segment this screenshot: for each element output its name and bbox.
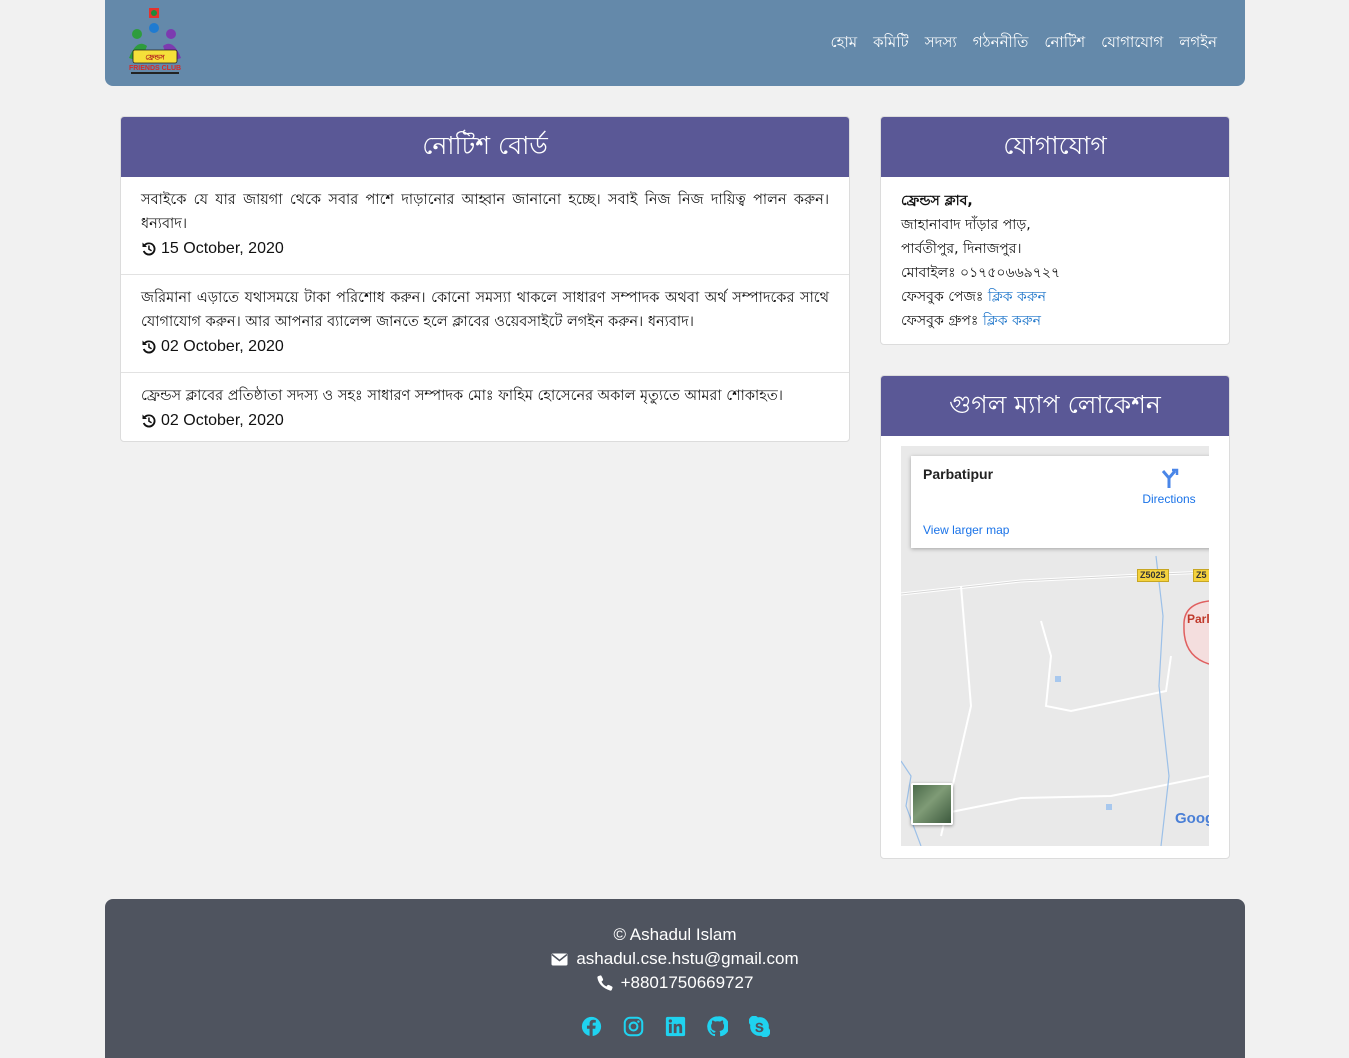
history-icon — [142, 242, 156, 256]
address-line-1: জাহানাবাদ দাঁড়ার পাড়, — [901, 217, 1031, 233]
nav-notice[interactable]: নোটিশ — [1036, 31, 1093, 53]
club-name: ফ্রেন্ডস ক্লাব, — [901, 193, 973, 209]
notice-board-card: নোটিশ বোর্ড সবাইকে যে যার জায়গা থেকে সব… — [120, 116, 850, 442]
address-line-2: পার্বতীপুর, দিনাজপুর। — [901, 241, 1022, 257]
facebook-page-link[interactable]: ক্লিক করুন — [988, 289, 1046, 305]
skype-icon[interactable] — [748, 1016, 770, 1037]
map-card: গুগল ম্যাপ লোকেশন Z5025 Z5 Parl Parbatip… — [880, 375, 1230, 859]
svg-text:ফ্রেন্ডস: ফ্রেন্ডস — [145, 54, 165, 62]
nav-login[interactable]: লগইন — [1171, 31, 1225, 53]
notice-text: ফ্রেন্ডস ক্লাবের প্রতিষ্ঠাতা সদস্য ও সহঃ… — [141, 388, 783, 404]
notice-item: জরিমানা এড়াতে যথাসময়ে টাকা পরিশোধ করুন… — [121, 275, 849, 373]
nav-members[interactable]: সদস্য — [917, 31, 965, 53]
facebook-group-link[interactable]: ক্লিক করুন — [983, 313, 1041, 329]
notice-date: 02 October, 2020 — [141, 408, 829, 441]
copyright: © Ashadul Islam — [613, 925, 737, 944]
road-label: Z5 — [1193, 569, 1209, 582]
envelope-icon — [551, 953, 568, 965]
contact-title: যোগাযোগ — [881, 117, 1229, 177]
main-menu: হোম কমিটি সদস্য গঠননীতি নোটিশ যোগাযোগ লগ… — [822, 31, 1225, 53]
map-place-name: Parbatipur — [923, 466, 994, 482]
history-icon — [142, 414, 156, 428]
facebook-icon[interactable] — [581, 1016, 602, 1037]
footer: © Ashadul Islam ashadul.cse.hstu@gmail.c… — [105, 899, 1245, 1058]
history-icon — [142, 340, 156, 354]
navbar: ফ্রেন্ডস FRIENDS CLUB হোম কমিটি সদস্য গঠ… — [105, 0, 1245, 86]
nav-contact[interactable]: যোগাযোগ — [1093, 31, 1171, 53]
notice-item: ফ্রেন্ডস ক্লাবের প্রতিষ্ঠাতা সদস্য ও সহঃ… — [121, 373, 849, 441]
google-map[interactable]: Z5025 Z5 Parl Parbatipur Directions View… — [901, 446, 1209, 846]
footer-phone: +8801750669727 — [105, 971, 1245, 995]
notice-text: জরিমানা এড়াতে যথাসময়ে টাকা পরিশোধ করুন… — [141, 290, 829, 330]
facebook-group-label: ফেসবুক গ্রুপঃ — [901, 313, 979, 329]
club-logo[interactable]: ফ্রেন্ডস FRIENDS CLUB — [119, 6, 191, 78]
satellite-toggle[interactable] — [911, 783, 953, 825]
instagram-icon[interactable] — [623, 1016, 644, 1037]
notice-text: সবাইকে যে যার জায়গা থেকে সবার পাশে দাড়… — [141, 192, 829, 232]
google-logo: Goog — [1175, 810, 1209, 827]
nav-constitution[interactable]: গঠননীতি — [965, 31, 1037, 53]
phone-icon — [596, 975, 613, 991]
nav-home[interactable]: হোম — [822, 31, 865, 53]
footer-email: ashadul.cse.hstu@gmail.com — [105, 947, 1245, 971]
contact-body: ফ্রেন্ডস ক্লাব, জাহানাবাদ দাঁড়ার পাড়, … — [881, 177, 1229, 344]
notice-date: 15 October, 2020 — [141, 236, 829, 274]
notice-board-title: নোটিশ বোর্ড — [121, 117, 849, 177]
contact-card: যোগাযোগ ফ্রেন্ডস ক্লাব, জাহানাবাদ দাঁড়া… — [880, 116, 1230, 345]
map-title: গুগল ম্যাপ লোকেশন — [881, 376, 1229, 436]
town-label: Parl — [1187, 612, 1209, 626]
linkedin-icon[interactable] — [665, 1016, 686, 1037]
mobile-number: মোবাইলঃ ০১৭৫০৬৬৯৭২৭ — [901, 265, 1061, 281]
map-info-box: Parbatipur Directions View larger map — [911, 456, 1209, 548]
directions-icon — [1161, 468, 1179, 488]
notice-item: সবাইকে যে যার জায়গা থেকে সবার পাশে দাড়… — [121, 177, 849, 275]
social-links — [105, 1016, 1245, 1037]
nav-committee[interactable]: কমিটি — [865, 31, 917, 53]
facebook-page-label: ফেসবুক পেজঃ — [901, 289, 984, 305]
view-larger-map-link[interactable]: View larger map — [923, 523, 1009, 537]
notice-date: 02 October, 2020 — [141, 334, 829, 372]
github-icon[interactable] — [706, 1016, 728, 1037]
road-label: Z5025 — [1137, 569, 1169, 582]
directions-button[interactable]: Directions — [1139, 468, 1199, 506]
svg-text:FRIENDS CLUB: FRIENDS CLUB — [129, 65, 181, 72]
